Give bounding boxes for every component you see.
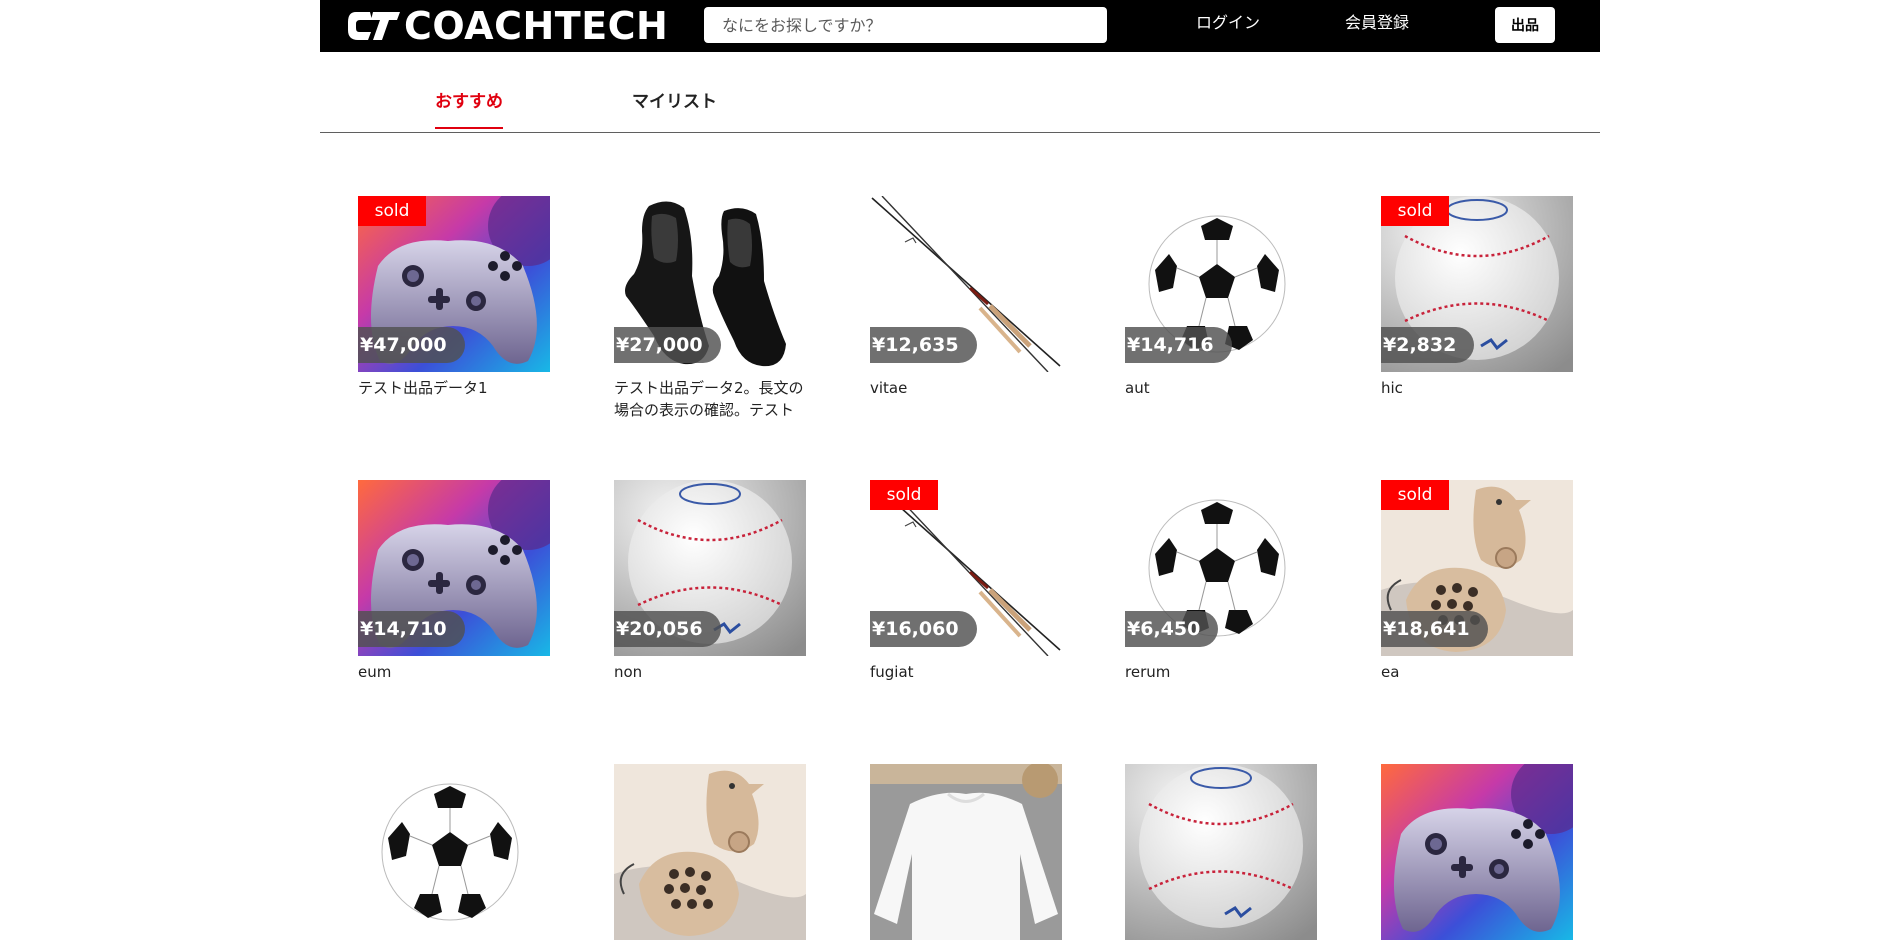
product-card[interactable] (614, 764, 806, 940)
product-name[interactable]: テスト出品データ2。長文の場合の表示の確認。テスト (614, 377, 806, 421)
product-name[interactable]: eum (358, 661, 550, 683)
sold-badge: sold (870, 480, 938, 510)
white-sweater-image (870, 764, 1062, 940)
product-image[interactable]: ¥27,000 (614, 196, 806, 372)
product-image[interactable] (358, 764, 550, 940)
product-card[interactable]: ¥20,056 non (614, 480, 806, 683)
content-container: COACHTECH ログイン 会員登録 出品 おすすめ マイリスト (320, 0, 1600, 940)
sell-button[interactable]: 出品 (1495, 7, 1555, 43)
logo-mark-icon (348, 12, 400, 40)
tab-bar: おすすめ マイリスト (320, 52, 1600, 133)
sold-badge: sold (1381, 480, 1449, 510)
product-card[interactable] (1125, 764, 1317, 940)
sold-badge: sold (358, 196, 426, 226)
product-card[interactable]: ¥12,635 vitae (870, 196, 1062, 399)
product-image[interactable]: sold ¥2,832 (1381, 196, 1573, 372)
product-name[interactable]: rerum (1125, 661, 1317, 683)
price-tag: ¥2,832 (1381, 327, 1475, 363)
product-card[interactable]: sold ¥47,000 テスト出品データ1 (358, 196, 550, 399)
price-tag: ¥6,450 (1125, 611, 1219, 647)
product-image[interactable] (614, 764, 806, 940)
product-card[interactable]: sold ¥18,641 ea (1381, 480, 1573, 683)
product-name[interactable]: non (614, 661, 806, 683)
product-card[interactable] (1381, 764, 1573, 940)
price-tag: ¥27,000 (614, 327, 721, 363)
game-controller-image (1381, 764, 1573, 940)
product-name[interactable]: vitae (870, 377, 1062, 399)
product-image[interactable]: ¥20,056 (614, 480, 806, 656)
login-link[interactable]: ログイン (1196, 12, 1260, 34)
product-card[interactable]: ¥14,710 eum (358, 480, 550, 683)
page: COACHTECH ログイン 会員登録 出品 おすすめ マイリスト (0, 0, 1901, 940)
product-card[interactable]: sold ¥2,832 hic (1381, 196, 1573, 399)
product-image[interactable]: ¥14,710 (358, 480, 550, 656)
price-tag: ¥12,635 (870, 327, 977, 363)
soccer-ball-image (358, 764, 550, 940)
product-card[interactable] (358, 764, 550, 940)
price-tag: ¥20,056 (614, 611, 721, 647)
product-name[interactable]: テスト出品データ1 (358, 377, 550, 399)
logo-text: COACHTECH (404, 4, 669, 48)
product-image[interactable]: sold ¥47,000 (358, 196, 550, 372)
baseball-image (1125, 764, 1317, 940)
product-image[interactable] (870, 764, 1062, 940)
product-image[interactable]: sold ¥18,641 (1381, 480, 1573, 656)
product-name[interactable]: fugiat (870, 661, 1062, 683)
product-image[interactable]: ¥6,450 (1125, 480, 1317, 656)
search-input[interactable] (704, 7, 1107, 43)
product-card[interactable]: ¥27,000 テスト出品データ2。長文の場合の表示の確認。テスト (614, 196, 806, 421)
product-image[interactable] (1125, 764, 1317, 940)
product-name[interactable]: aut (1125, 377, 1317, 399)
product-image[interactable] (1381, 764, 1573, 940)
product-image[interactable]: sold ¥16,060 (870, 480, 1062, 656)
sold-badge: sold (1381, 196, 1449, 226)
price-tag: ¥47,000 (358, 327, 465, 363)
logo[interactable]: COACHTECH (346, 6, 668, 46)
product-image[interactable]: ¥12,635 (870, 196, 1062, 372)
product-card[interactable]: ¥6,450 rerum (1125, 480, 1317, 683)
product-card[interactable]: sold ¥16,060 fugiat (870, 480, 1062, 683)
product-name[interactable]: ea (1381, 661, 1573, 683)
wooden-phone-toy-image (614, 764, 806, 940)
price-tag: ¥16,060 (870, 611, 977, 647)
price-tag: ¥14,716 (1125, 327, 1232, 363)
site-header: COACHTECH ログイン 会員登録 出品 (320, 0, 1600, 52)
product-card[interactable] (870, 764, 1062, 940)
product-name[interactable]: hic (1381, 377, 1573, 399)
register-link[interactable]: 会員登録 (1345, 12, 1409, 34)
price-tag: ¥14,710 (358, 611, 465, 647)
product-card[interactable]: ¥14,716 aut (1125, 196, 1317, 399)
tab-recommend[interactable]: おすすめ (435, 91, 503, 129)
price-tag: ¥18,641 (1381, 611, 1488, 647)
tab-mylist[interactable]: マイリスト (632, 91, 717, 127)
product-image[interactable]: ¥14,716 (1125, 196, 1317, 372)
